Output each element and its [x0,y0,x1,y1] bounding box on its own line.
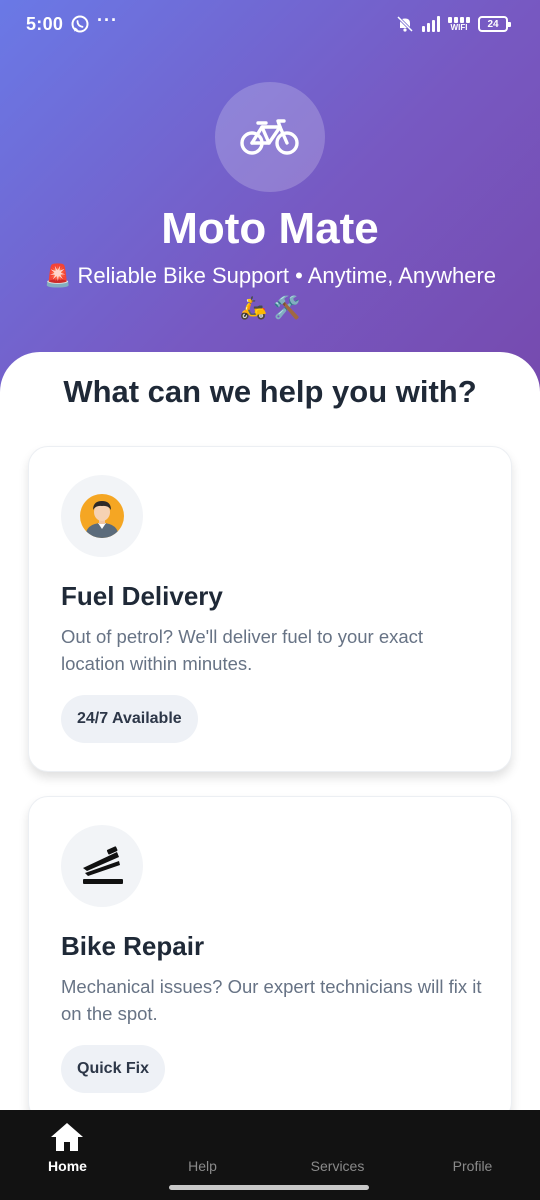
app-title: Moto Mate [161,204,379,253]
bicycle-icon [240,119,299,155]
service-badge: 24/7 Available [61,695,198,743]
nav-item-home[interactable]: Home [0,1110,135,1200]
service-title: Bike Repair [61,931,205,961]
nav-item-profile[interactable]: Profile [405,1110,540,1200]
service-title: Fuel Delivery [61,581,223,611]
service-description: Out of petrol? We'll deliver fuel to you… [61,626,424,674]
home-icon [51,1123,83,1151]
nav-label: Services [310,1158,365,1174]
service-icon-container [61,475,143,557]
section-title: What can we help you with? [63,374,477,409]
whatsapp-icon [71,15,89,33]
service-card-fuel-delivery[interactable]: Fuel Delivery Out of petrol? We'll deliv… [28,446,512,772]
status-time: 5:00 [26,14,64,34]
delivery-person-icon [80,494,124,538]
service-card-bike-repair[interactable]: Bike Repair Mechanical issues? Our exper… [28,796,512,1122]
nav-label: Help [188,1158,217,1174]
wifi-label: WIFI [450,22,468,32]
repair-tool-icon [83,846,123,884]
nav-label: Home [48,1158,87,1174]
wifi-icon: WIFI [448,16,470,32]
service-icon-container [61,825,143,907]
more-notifications-icon: ··· [97,10,118,30]
nav-label: Profile [452,1158,493,1174]
service-description: Mechanical issues? Our expert technician… [61,976,482,1024]
service-badge: Quick Fix [61,1045,166,1093]
app-tagline: 🚨 Reliable Bike Support • Anytime, Anywh… [43,263,497,320]
signal-icon [422,16,440,32]
battery-level: 24 [487,18,499,30]
battery-icon: 24 [478,16,511,32]
app-logo [215,82,325,192]
bell-off-icon [396,15,414,33]
status-bar: 5:00 ··· WIFI 24 [0,0,540,48]
home-gesture-bar[interactable] [169,1185,369,1190]
